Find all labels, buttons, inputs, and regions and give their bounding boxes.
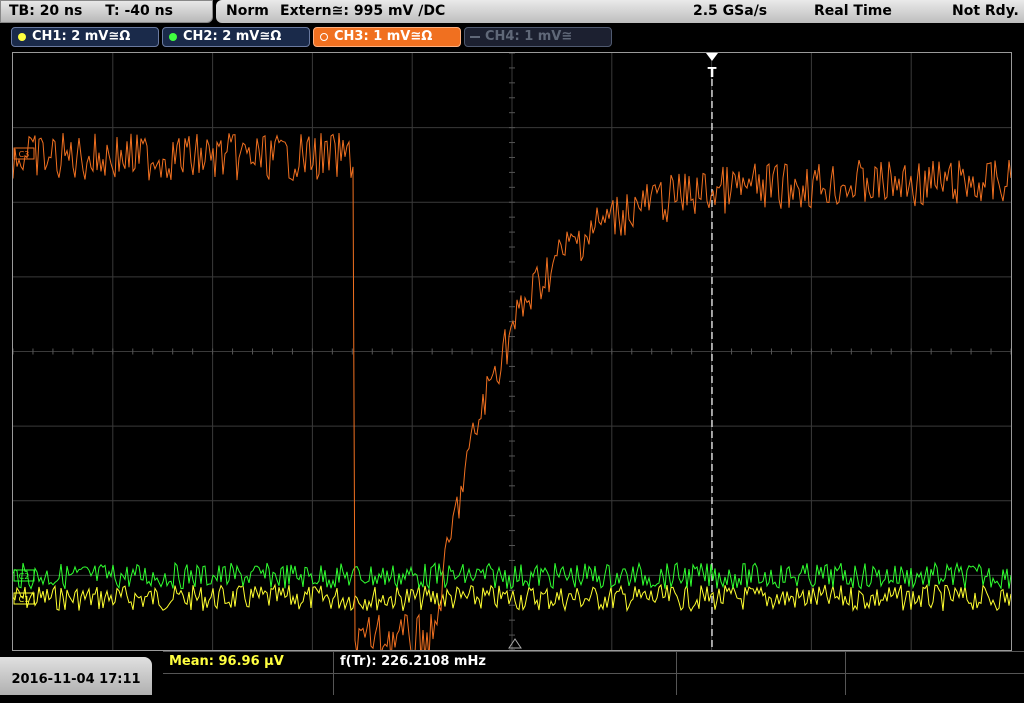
- trigger-source: Extern≅: 995 mV ∕DC: [280, 3, 446, 19]
- ch3-selected-icon: [320, 33, 328, 41]
- ch2-active-icon: [169, 33, 177, 41]
- measurement-slot-empty[interactable]: [676, 674, 848, 695]
- ch3-marker-label: C3: [19, 150, 30, 159]
- waveform-display[interactable]: T C3 C2 C1: [12, 52, 1012, 651]
- trigger-time-value: T: -40 ns: [105, 3, 173, 19]
- measurement-slot-empty[interactable]: [333, 674, 510, 695]
- timebase-value: TB: 20 ns: [9, 3, 83, 19]
- mean-value: Mean: 96.96 µV: [169, 654, 284, 669]
- ch2-marker-label: C2: [19, 572, 30, 581]
- acquisition-status: Not Rdy.: [952, 3, 1019, 19]
- trigger-label: T: [708, 66, 717, 81]
- trigger-mode: Norm: [226, 3, 269, 19]
- channel-label: CH1: 2 mV≅Ω: [32, 29, 131, 44]
- acquisition-mode: Real Time: [814, 3, 892, 19]
- measurement-slot-empty[interactable]: [845, 652, 1024, 673]
- measurement-row: [163, 673, 1024, 695]
- measurement-row: Mean: 96.96 µV f(Tr): 226.2108 mHz: [163, 651, 1024, 673]
- channel-label: CH3: 1 mV≅Ω: [334, 29, 433, 44]
- trigger-arrow-icon: [706, 53, 718, 61]
- datetime-value: 2016-11-04 17:11: [11, 672, 141, 687]
- ch1-marker-label: C1: [19, 595, 30, 604]
- frequency-measurement[interactable]: f(Tr): 226.2108 mHz: [333, 652, 510, 673]
- timebase-panel[interactable]: TB: 20 ns T: -40 ns: [0, 0, 213, 23]
- mean-measurement[interactable]: Mean: 96.96 µV: [163, 652, 335, 673]
- channel-tab-ch3[interactable]: CH3: 1 mV≅Ω: [313, 27, 461, 47]
- channel-tab-ch4[interactable]: CH4: 1 mV≅: [464, 27, 612, 47]
- ch4-off-icon: [470, 36, 480, 38]
- channel-tabs: CH1: 2 mV≅Ω CH2: 2 mV≅Ω CH3: 1 mV≅Ω CH4:…: [0, 27, 1024, 47]
- status-bar: TB: 20 ns T: -40 ns Norm Extern≅: 995 mV…: [0, 0, 1024, 25]
- waveform-canvas[interactable]: T C3 C2 C1: [13, 53, 1011, 650]
- measurement-slot-empty[interactable]: [845, 674, 1024, 695]
- trigger-panel[interactable]: Norm Extern≅: 995 mV ∕DC 2.5 GSa/s Real …: [216, 0, 1024, 23]
- channel-tab-ch2[interactable]: CH2: 2 mV≅Ω: [162, 27, 310, 47]
- channel-label: CH2: 2 mV≅Ω: [183, 29, 282, 44]
- ch1-offset-marker[interactable]: C1: [13, 592, 35, 605]
- measurement-slot-empty[interactable]: [676, 652, 848, 673]
- channel-tab-ch1[interactable]: CH1: 2 mV≅Ω: [11, 27, 159, 47]
- graticule-grid: [13, 53, 1011, 650]
- measurement-slot-empty[interactable]: [163, 674, 335, 695]
- frequency-value: f(Tr): 226.2108 mHz: [340, 654, 486, 669]
- ch1-active-icon: [18, 33, 26, 41]
- measurement-panel: Mean: 96.96 µV f(Tr): 226.2108 mHz: [163, 651, 1024, 695]
- ch3-offset-marker[interactable]: C3: [13, 147, 35, 160]
- sample-rate: 2.5 GSa/s: [693, 3, 768, 19]
- time-reference-icon: [508, 638, 522, 649]
- datetime-display: 2016-11-04 17:11: [0, 657, 152, 695]
- channel-label: CH4: 1 mV≅: [485, 29, 573, 44]
